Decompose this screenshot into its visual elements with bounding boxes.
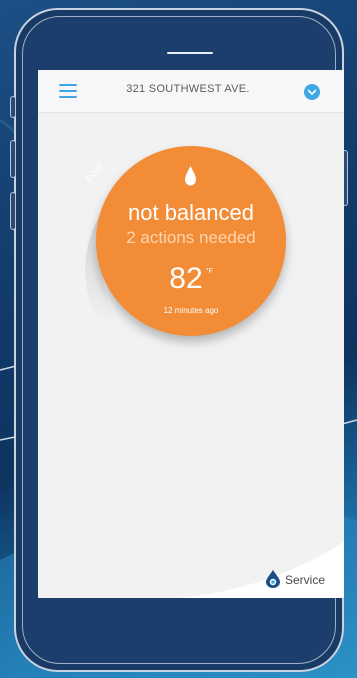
service-drop-icon — [266, 570, 280, 588]
temperature-value: 82 — [169, 262, 203, 295]
app-header: 321 SOUTHWEST AVE. — [38, 70, 344, 113]
actions-needed: 2 actions needed — [126, 228, 256, 247]
temperature-unit: °F — [205, 268, 213, 275]
service-label: Service — [285, 573, 326, 587]
chevron-down-icon[interactable] — [304, 84, 320, 100]
side-button-left-3 — [10, 192, 16, 230]
water-drop-icon — [185, 166, 196, 186]
temperature-readout: 82 °F — [96, 262, 286, 296]
phone-speaker — [167, 52, 213, 54]
status-title: not balanced — [128, 200, 254, 225]
status-circle[interactable]: not balanced 2 actions needed 82 °F 12 mi… — [96, 146, 286, 336]
address-title: 321 SOUTHWEST AVE. — [126, 83, 250, 95]
hamburger-icon[interactable] — [59, 84, 77, 98]
side-button-left-1 — [10, 96, 16, 118]
service-curve — [178, 542, 344, 598]
side-button-left-2 — [10, 140, 16, 178]
app-screen: 321 SOUTHWEST AVE. Pool not balanced 2 a… — [38, 70, 344, 598]
last-updated: 12 minutes ago — [163, 306, 219, 315]
